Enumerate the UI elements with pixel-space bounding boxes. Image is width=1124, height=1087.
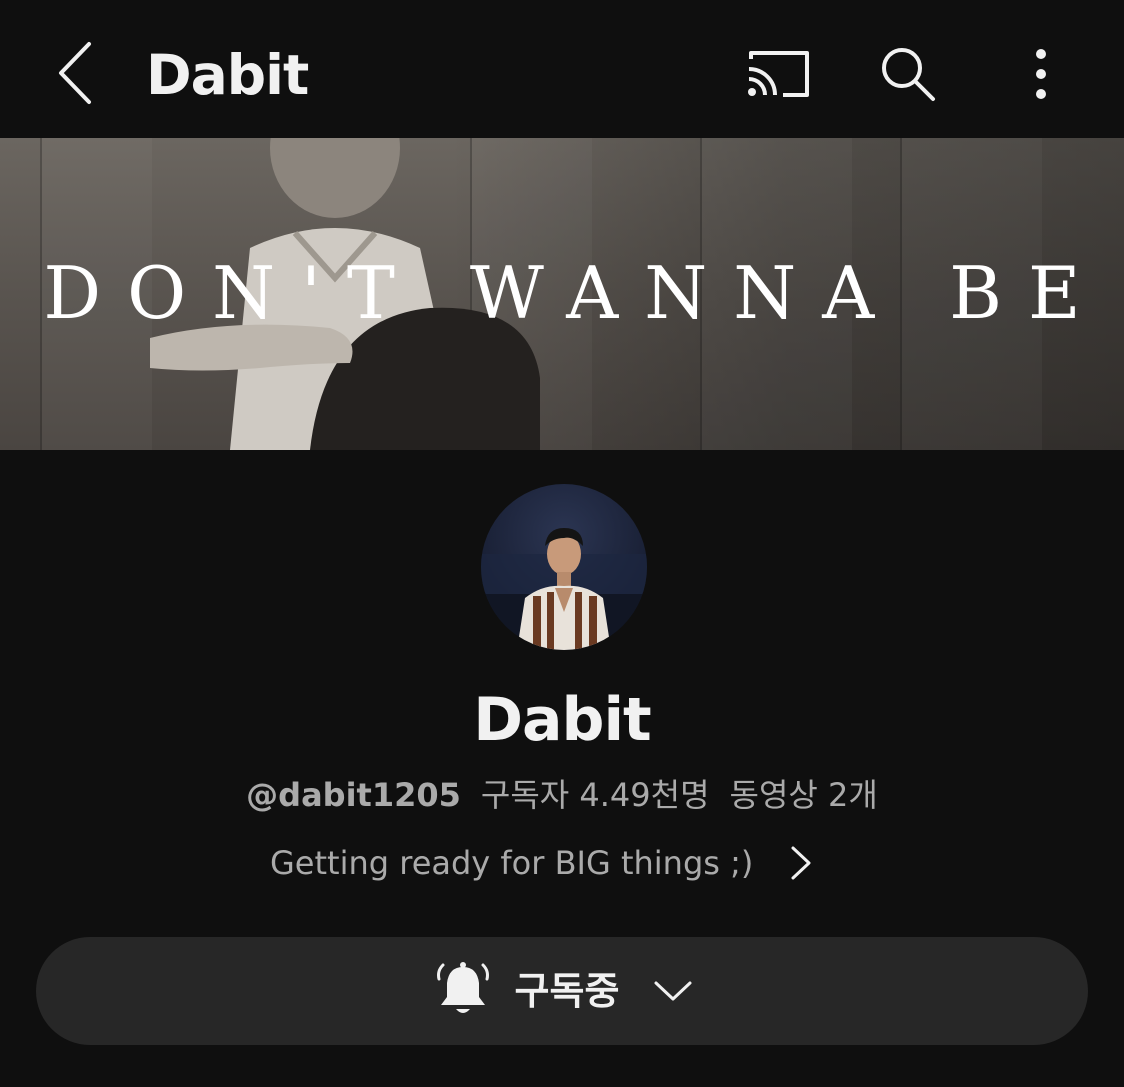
search-button[interactable] bbox=[870, 36, 946, 112]
avatar[interactable] bbox=[481, 484, 647, 650]
bell-ringing-icon bbox=[431, 959, 495, 1023]
subscribed-button[interactable]: 구독중 bbox=[36, 937, 1088, 1045]
subscriber-count: 구독자 4.49천명 bbox=[480, 776, 710, 814]
cast-icon bbox=[748, 51, 809, 97]
chevron-left-icon bbox=[59, 42, 91, 104]
cast-button[interactable] bbox=[740, 36, 816, 112]
channel-handle: @dabit1205 bbox=[246, 776, 461, 814]
more-options-button[interactable] bbox=[1003, 36, 1079, 112]
subscribed-label: 구독중 bbox=[514, 969, 620, 1013]
back-button[interactable] bbox=[40, 30, 110, 116]
avatar-photo bbox=[481, 528, 647, 650]
channel-description-link[interactable]: Getting ready for BIG things ;) bbox=[270, 838, 870, 888]
more-vertical-icon bbox=[1036, 49, 1046, 99]
channel-description: Getting ready for BIG things ;) bbox=[270, 844, 754, 882]
chevron-right-icon bbox=[789, 845, 813, 881]
page-title: Dabit bbox=[146, 43, 309, 107]
top-app-bar: Dabit bbox=[0, 0, 1124, 138]
search-icon bbox=[882, 48, 935, 101]
channel-banner: DON'T WANNA BE bbox=[0, 138, 1124, 450]
chevron-down-icon bbox=[653, 979, 693, 1003]
channel-name: Dabit bbox=[473, 685, 652, 755]
video-count: 동영상 2개 bbox=[729, 776, 878, 814]
banner-title: DON'T WANNA BE bbox=[43, 251, 1107, 335]
channel-meta: @dabit1205 구독자 4.49천명 동영상 2개 bbox=[0, 772, 1124, 818]
